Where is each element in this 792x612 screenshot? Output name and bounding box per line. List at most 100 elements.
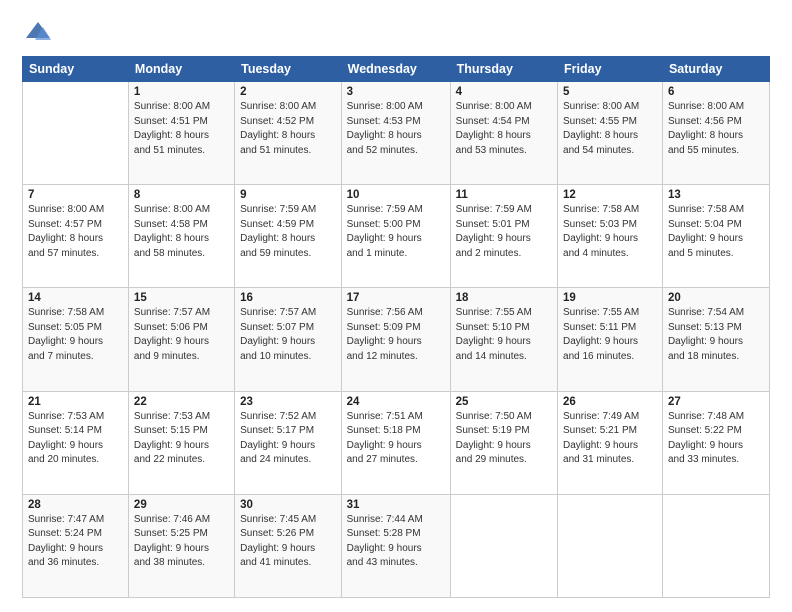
calendar-cell: 13 Sunrise: 7:58 AMSunset: 5:04 PMDayligh…: [662, 185, 769, 288]
calendar-cell: 1Sunrise: 8:00 AMSunset: 4:51 PMDaylight…: [128, 82, 234, 185]
day-number: 8: [134, 189, 229, 201]
calendar-cell: 29 Sunrise: 7:46 AMSunset: 5:25 PMDayligh…: [128, 494, 234, 597]
day-info: Sunrise: 7:58 AMSunset: 5:03 PMDaylight:…: [563, 203, 657, 261]
day-number: 21: [28, 396, 123, 408]
calendar-cell: [450, 494, 557, 597]
day-info: Sunrise: 7:51 AMSunset: 5:18 PMDaylight:…: [347, 410, 445, 468]
day-number: 25: [456, 396, 552, 408]
day-number: 19: [563, 292, 657, 304]
day-info: Sunrise: 8:00 AMSunset: 4:54 PMDaylight:…: [456, 100, 552, 158]
calendar-cell: 28 Sunrise: 7:47 AMSunset: 5:24 PMDayligh…: [23, 494, 129, 597]
day-info: Sunrise: 7:46 AMSunset: 5:25 PMDaylight:…: [134, 513, 229, 571]
day-number: 23: [240, 396, 336, 408]
weekday-header-sunday: Sunday: [23, 57, 129, 82]
calendar-cell: 16 Sunrise: 7:57 AMSunset: 5:07 PMDayligh…: [235, 288, 342, 391]
day-number: 9: [240, 189, 336, 201]
calendar-cell: 15 Sunrise: 7:57 AMSunset: 5:06 PMDayligh…: [128, 288, 234, 391]
week-row-4: 21 Sunrise: 7:53 AMSunset: 5:14 PMDayligh…: [23, 391, 770, 494]
calendar-cell: 25 Sunrise: 7:50 AMSunset: 5:19 PMDayligh…: [450, 391, 557, 494]
calendar-cell: 12 Sunrise: 7:58 AMSunset: 5:03 PMDayligh…: [558, 185, 663, 288]
day-number: 15: [134, 292, 229, 304]
day-info: Sunrise: 8:00 AMSunset: 4:53 PMDaylight:…: [347, 100, 445, 158]
calendar-cell: [23, 82, 129, 185]
day-info: Sunrise: 7:58 AMSunset: 5:04 PMDaylight:…: [668, 203, 764, 261]
calendar-cell: 17Sunrise: 7:56 AMSunset: 5:09 PMDayligh…: [341, 288, 450, 391]
day-info: Sunrise: 7:55 AMSunset: 5:11 PMDaylight:…: [563, 306, 657, 364]
calendar-cell: [662, 494, 769, 597]
day-info: Sunrise: 7:54 AMSunset: 5:13 PMDaylight:…: [668, 306, 764, 364]
day-number: 27: [668, 396, 764, 408]
calendar-cell: 2 Sunrise: 8:00 AMSunset: 4:52 PMDaylight…: [235, 82, 342, 185]
day-number: 22: [134, 396, 229, 408]
calendar-cell: 11Sunrise: 7:59 AMSunset: 5:01 PMDayligh…: [450, 185, 557, 288]
day-info: Sunrise: 7:55 AMSunset: 5:10 PMDaylight:…: [456, 306, 552, 364]
calendar-cell: 5 Sunrise: 8:00 AMSunset: 4:55 PMDaylight…: [558, 82, 663, 185]
day-number: 5: [563, 86, 657, 98]
calendar-cell: 20 Sunrise: 7:54 AMSunset: 5:13 PMDayligh…: [662, 288, 769, 391]
logo-icon: [24, 18, 52, 46]
day-info: Sunrise: 7:57 AMSunset: 5:07 PMDaylight:…: [240, 306, 336, 364]
day-number: 30: [240, 499, 336, 511]
weekday-header-row: SundayMondayTuesdayWednesdayThursdayFrid…: [23, 57, 770, 82]
day-info: Sunrise: 7:57 AMSunset: 5:06 PMDaylight:…: [134, 306, 229, 364]
day-number: 26: [563, 396, 657, 408]
calendar-page: SundayMondayTuesdayWednesdayThursdayFrid…: [0, 0, 792, 612]
week-row-5: 28 Sunrise: 7:47 AMSunset: 5:24 PMDayligh…: [23, 494, 770, 597]
week-row-2: 7 Sunrise: 8:00 AMSunset: 4:57 PMDaylight…: [23, 185, 770, 288]
week-row-1: 1Sunrise: 8:00 AMSunset: 4:51 PMDaylight…: [23, 82, 770, 185]
calendar-cell: 9 Sunrise: 7:59 AMSunset: 4:59 PMDaylight…: [235, 185, 342, 288]
day-info: Sunrise: 7:44 AMSunset: 5:28 PMDaylight:…: [347, 513, 445, 571]
day-info: Sunrise: 7:48 AMSunset: 5:22 PMDaylight:…: [668, 410, 764, 468]
calendar-cell: 30Sunrise: 7:45 AMSunset: 5:26 PMDayligh…: [235, 494, 342, 597]
calendar-cell: 24 Sunrise: 7:51 AMSunset: 5:18 PMDayligh…: [341, 391, 450, 494]
day-number: 13: [668, 189, 764, 201]
day-number: 18: [456, 292, 552, 304]
day-number: 7: [28, 189, 123, 201]
calendar-cell: 7 Sunrise: 8:00 AMSunset: 4:57 PMDaylight…: [23, 185, 129, 288]
day-number: 29: [134, 499, 229, 511]
calendar-cell: 19 Sunrise: 7:55 AMSunset: 5:11 PMDayligh…: [558, 288, 663, 391]
calendar-cell: 22 Sunrise: 7:53 AMSunset: 5:15 PMDayligh…: [128, 391, 234, 494]
day-number: 20: [668, 292, 764, 304]
day-number: 3: [347, 86, 445, 98]
calendar-table: SundayMondayTuesdayWednesdayThursdayFrid…: [22, 56, 770, 598]
day-number: 6: [668, 86, 764, 98]
calendar-cell: [558, 494, 663, 597]
day-number: 12: [563, 189, 657, 201]
day-info: Sunrise: 8:00 AMSunset: 4:58 PMDaylight:…: [134, 203, 229, 261]
logo: [22, 18, 52, 46]
day-number: 28: [28, 499, 123, 511]
weekday-header-thursday: Thursday: [450, 57, 557, 82]
day-info: Sunrise: 8:00 AMSunset: 4:55 PMDaylight:…: [563, 100, 657, 158]
day-info: Sunrise: 8:00 AMSunset: 4:57 PMDaylight:…: [28, 203, 123, 261]
day-info: Sunrise: 8:00 AMSunset: 4:52 PMDaylight:…: [240, 100, 336, 158]
day-info: Sunrise: 7:58 AMSunset: 5:05 PMDaylight:…: [28, 306, 123, 364]
calendar-cell: 31 Sunrise: 7:44 AMSunset: 5:28 PMDayligh…: [341, 494, 450, 597]
calendar-cell: 4 Sunrise: 8:00 AMSunset: 4:54 PMDaylight…: [450, 82, 557, 185]
day-info: Sunrise: 7:47 AMSunset: 5:24 PMDaylight:…: [28, 513, 123, 571]
calendar-cell: 8 Sunrise: 8:00 AMSunset: 4:58 PMDaylight…: [128, 185, 234, 288]
day-number: 11: [456, 189, 552, 201]
weekday-header-saturday: Saturday: [662, 57, 769, 82]
calendar-cell: 23Sunrise: 7:52 AMSunset: 5:17 PMDayligh…: [235, 391, 342, 494]
calendar-cell: 26Sunrise: 7:49 AMSunset: 5:21 PMDayligh…: [558, 391, 663, 494]
day-info: Sunrise: 7:59 AMSunset: 4:59 PMDaylight:…: [240, 203, 336, 261]
day-info: Sunrise: 8:00 AMSunset: 4:51 PMDaylight:…: [134, 100, 229, 158]
calendar-cell: 27 Sunrise: 7:48 AMSunset: 5:22 PMDayligh…: [662, 391, 769, 494]
day-info: Sunrise: 7:59 AMSunset: 5:00 PMDaylight:…: [347, 203, 445, 261]
calendar-cell: 18 Sunrise: 7:55 AMSunset: 5:10 PMDayligh…: [450, 288, 557, 391]
weekday-header-friday: Friday: [558, 57, 663, 82]
day-info: Sunrise: 8:00 AMSunset: 4:56 PMDaylight:…: [668, 100, 764, 158]
day-number: 31: [347, 499, 445, 511]
day-info: Sunrise: 7:53 AMSunset: 5:15 PMDaylight:…: [134, 410, 229, 468]
day-info: Sunrise: 7:53 AMSunset: 5:14 PMDaylight:…: [28, 410, 123, 468]
week-row-3: 14Sunrise: 7:58 AMSunset: 5:05 PMDayligh…: [23, 288, 770, 391]
day-info: Sunrise: 7:50 AMSunset: 5:19 PMDaylight:…: [456, 410, 552, 468]
weekday-header-monday: Monday: [128, 57, 234, 82]
day-number: 24: [347, 396, 445, 408]
day-number: 16: [240, 292, 336, 304]
day-number: 4: [456, 86, 552, 98]
calendar-cell: 3 Sunrise: 8:00 AMSunset: 4:53 PMDaylight…: [341, 82, 450, 185]
weekday-header-tuesday: Tuesday: [235, 57, 342, 82]
day-number: 2: [240, 86, 336, 98]
